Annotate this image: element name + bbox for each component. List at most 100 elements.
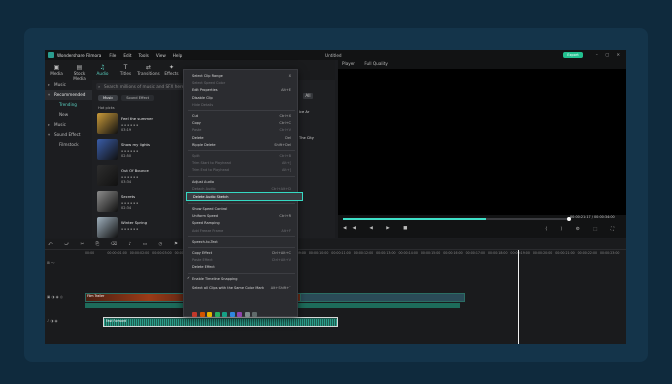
menu-item-copy-effect[interactable]: Copy Effect Ctrl+Alt+C <box>192 250 294 256</box>
menu-item-label: Delete <box>192 135 204 140</box>
tab-transitions[interactable]: ⇄ Transitions <box>137 60 160 80</box>
list-item[interactable]: Out Of Bounce ▪▪▪▪▪▪ 03:34 <box>97 165 182 187</box>
sidebar-item-music[interactable]: Music <box>45 80 92 90</box>
menu-item-select-all-clips-with-the-same-color-mark[interactable]: Select all Clips with the Same Color Mar… <box>192 285 294 291</box>
document-title: Untitled <box>325 52 342 58</box>
menu-item-label: Select all Clips with the Same Color Mar… <box>192 285 264 290</box>
menu-separator <box>188 150 295 151</box>
color-swatch[interactable] <box>192 312 197 317</box>
tab-audio[interactable]: ♫ Audio <box>91 60 114 80</box>
audio-waveform <box>104 319 337 326</box>
menu-view[interactable]: View <box>156 53 166 58</box>
audio-clip[interactable]: Fast Forward <box>103 317 338 327</box>
ruler-tick: 00:00:02:00 <box>129 251 150 255</box>
menu-file[interactable]: File <box>109 53 116 58</box>
menu-item-select-clip-range[interactable]: Select Clip Range X <box>192 73 294 79</box>
menu-tools[interactable]: Tools <box>139 53 149 58</box>
sidebar-item-music[interactable]: Music <box>45 120 92 130</box>
video-clip-2[interactable] <box>300 293 465 302</box>
menu-help[interactable]: Help <box>173 53 183 58</box>
list-item[interactable]: Winter Spring ▪▪▪▪▪▪ <box>97 217 182 239</box>
playhead[interactable] <box>518 250 519 344</box>
video-clip-title: Film Trailer <box>87 294 105 298</box>
tab-stock-media[interactable]: ▤ Stock Media <box>68 60 91 81</box>
quality-select[interactable]: Full Quality <box>364 61 387 66</box>
audio-list-right-column: Ice Ar The City <box>297 80 335 238</box>
menu-item-show-speed-control[interactable]: Show Speed Control <box>192 206 294 212</box>
color-swatch[interactable] <box>229 312 235 317</box>
menu-item-speech-to-text[interactable]: Speech-to-Text <box>192 239 294 245</box>
menu-item-adjust-audio[interactable]: Adjust Audio <box>192 179 294 185</box>
tab-effects[interactable]: ✦ Effects <box>160 60 183 80</box>
track-head-audio: ♪ ◑ ◉ <box>47 319 58 323</box>
ruler-tick: 00:00:17:00 <box>465 251 486 255</box>
list-item[interactable]: Feel the summer ▪▪▪▪▪▪ 03:19 <box>97 113 182 135</box>
menu-item-label: Enable Timeline Snapping <box>192 276 238 281</box>
chip-sound-effect[interactable]: Sound Effect <box>121 95 155 101</box>
menu-item-copy[interactable]: Copy Ctrl+C <box>192 120 294 126</box>
music-tags-icon: ▪▪▪▪▪▪ <box>121 123 140 127</box>
export-button[interactable]: Export <box>563 52 583 58</box>
sidebar-item-sound-effect[interactable]: Sound Effect <box>45 130 92 140</box>
menu-item-shortcut: Ctrl+X <box>279 114 291 118</box>
sidebar-item-new[interactable]: New <box>45 110 92 120</box>
color-swatch[interactable] <box>237 312 242 317</box>
playback-progress[interactable] <box>343 216 571 221</box>
music-thumbnail <box>97 165 118 186</box>
window-controls[interactable]: – ▢ ✕ <box>596 52 623 57</box>
timeline-ruler[interactable]: 00:00 00:00:01:00 00:00:02:00 00:00:03:00 00… <box>85 251 626 258</box>
track-head-video: ▣ ◑ ◉ ◎ <box>47 295 63 299</box>
menu-separator <box>188 110 295 111</box>
filmora-window: Wondershare Filmora File Edit Tools View Hel… <box>45 50 626 344</box>
menu-item-shortcut: Del <box>285 135 291 140</box>
video-viewer[interactable] <box>338 69 626 215</box>
list-item[interactable]: Show my lights ▪▪▪▪▪▪ 02:50 <box>97 139 182 161</box>
menu-item-label: Speech-to-Text <box>192 239 218 244</box>
ruler-tick: 00:00:23:00 <box>599 251 620 255</box>
sidebar-item-recommended[interactable]: Recommended <box>45 90 92 100</box>
audio-icon: ♫ <box>99 64 106 71</box>
menu-item-speed-ramping[interactable]: Speed Ramping <box>192 220 294 226</box>
menu-item-delete-audio-sketch[interactable]: Delete Audio Sketch <box>186 191 303 201</box>
music-duration: 02:50 <box>121 154 132 158</box>
tab-media[interactable]: ▣ Media <box>45 60 68 80</box>
ruler-tick: 00:00:22:00 <box>577 251 598 255</box>
menu-item-enable-timeline-snapping[interactable]: Enable Timeline Snapping <box>192 276 294 282</box>
ruler-tick: 00:00 <box>85 251 95 255</box>
menu-item-disable-clip[interactable]: Disable Clip <box>192 95 294 101</box>
music-title: Secrets <box>121 194 136 199</box>
menu-item-label: Split <box>192 154 200 158</box>
sidebar-item-trending[interactable]: Trending <box>45 100 92 110</box>
music-tags-icon: ▪▪▪▪▪▪ <box>121 175 140 179</box>
menu-item-label: Show Speed Control <box>192 207 228 211</box>
menu-item-delete-effect[interactable]: Delete Effect <box>192 264 294 270</box>
color-swatch[interactable] <box>214 312 220 317</box>
ruler-tick: 00:00:13:00 <box>376 251 396 255</box>
chip-music[interactable]: Music <box>98 95 119 101</box>
menu-item-label: Speed Ramping <box>192 221 220 226</box>
color-swatch[interactable] <box>207 312 212 317</box>
sidebar-item-filmstock[interactable]: Filmstock <box>45 140 92 150</box>
player-tools[interactable]: ⟨ ⟩ ⚙ ⬚ ⛶ <box>545 226 620 232</box>
tab-titles[interactable]: T Titles <box>114 60 137 80</box>
menu-item-ripple-delete[interactable]: Ripple Delete Shift+Del <box>192 142 294 148</box>
playback-controls[interactable]: ◀◀ ◀ ▶ ■ <box>343 226 413 231</box>
menu-item-edit-properties[interactable]: Edit Properties Alt+E <box>192 87 294 93</box>
menu-edit[interactable]: Edit <box>123 53 131 58</box>
ruler-tick: 00:00:15:00 <box>420 251 441 255</box>
color-swatch[interactable] <box>222 312 227 317</box>
menu-bar: File Edit Tools View Help <box>109 53 189 58</box>
menu-item-uniform-speed[interactable]: Uniform Speed Ctrl+R <box>192 213 294 219</box>
list-item[interactable]: Secrets ▪▪▪▪▪▪ 02:34 <box>97 191 182 213</box>
menu-item-delete[interactable]: Delete Del <box>192 135 294 141</box>
menu-item-cut[interactable]: Cut Ctrl+X <box>192 113 294 119</box>
color-swatch[interactable] <box>252 312 257 317</box>
color-swatch[interactable] <box>244 312 250 317</box>
current-time: 00:00:21:17 <box>570 215 591 219</box>
track-head-1: ⊞ 〜 <box>47 261 55 265</box>
total-time: 00:00:34:00 <box>594 215 615 219</box>
menu-item-label: Detach Audio <box>192 186 216 191</box>
search-placeholder: Search millions of music and SFX here <box>104 84 185 89</box>
color-swatch[interactable] <box>199 312 205 317</box>
timeline-toolbar[interactable]: ⤺ ⤻ ✂ ⎘ ⌫ ♪ ▭ ◷ ⚑ <box>45 239 626 250</box>
